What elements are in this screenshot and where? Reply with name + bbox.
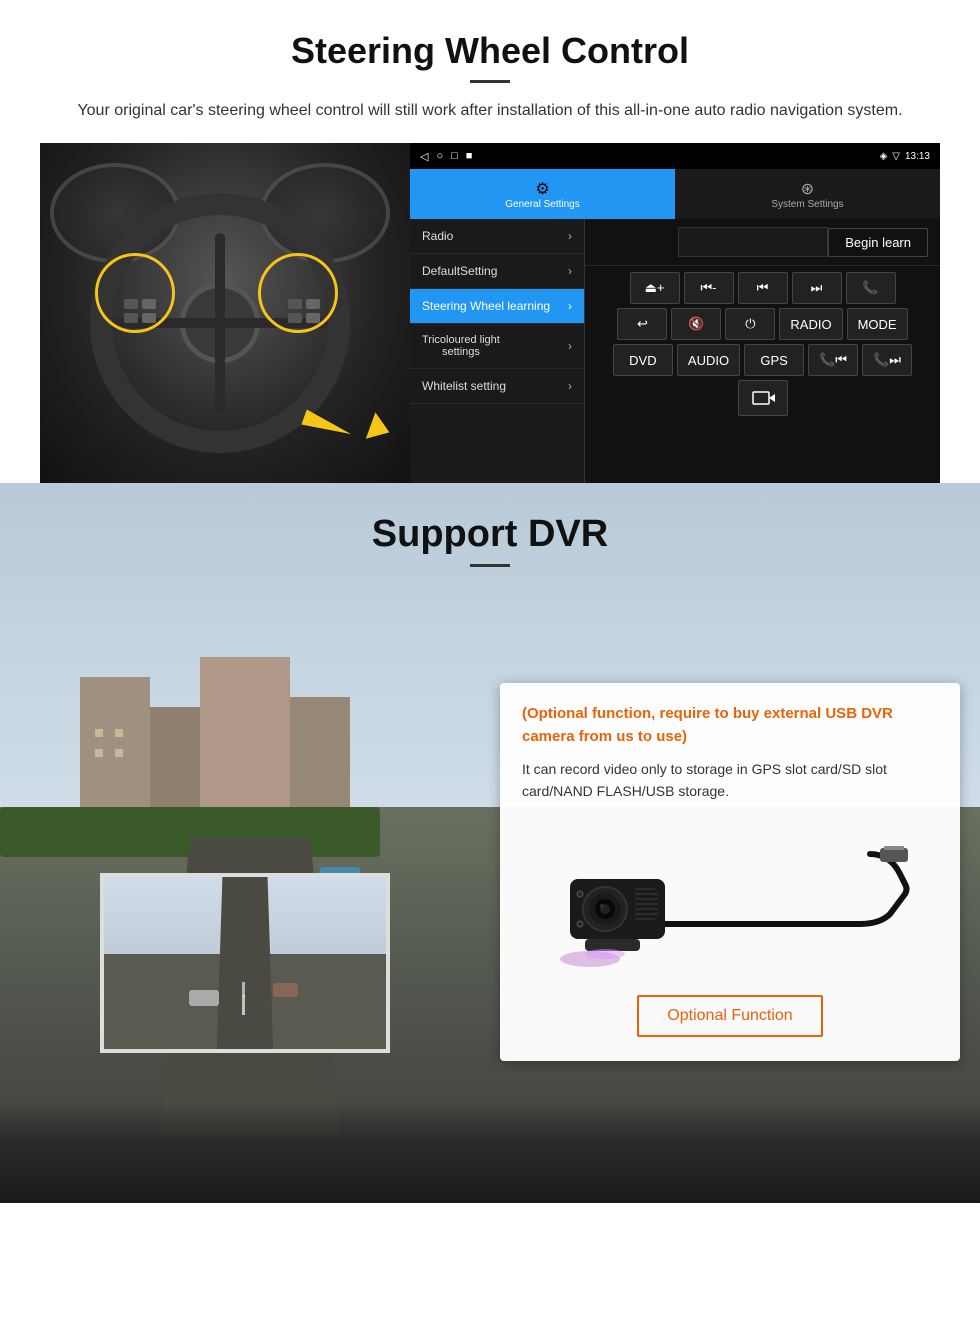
nav-home-icon: ○ — [436, 150, 443, 162]
phone-call-button[interactable]: 📞 — [846, 272, 896, 304]
dvr-icon — [751, 388, 775, 408]
dvr-title: Support DVR — [0, 513, 980, 556]
ctrl-row-3: DVD AUDIO GPS 📞⏮ 📞⏭ — [591, 344, 934, 376]
menu-tricoloured-label: Tricoloured lightsettings — [422, 334, 500, 358]
nav-square-icon: □ — [451, 150, 458, 162]
menu-radio[interactable]: Radio › — [410, 219, 584, 254]
hang-up-button[interactable]: ↩ — [617, 308, 667, 340]
menu-radio-chevron: › — [568, 229, 572, 243]
dvr-desc-text: It can record video only to storage in G… — [522, 758, 938, 803]
page-title: Steering Wheel Control — [40, 30, 940, 72]
vol-down-button[interactable]: ⏮- — [684, 272, 734, 304]
menu-steering-label: Steering Wheel learning — [422, 299, 550, 313]
ctrl-row-2: ↩ 🔇 ⏻ RADIO MODE — [591, 308, 934, 340]
ctrl-row-4 — [591, 380, 934, 416]
optional-function-button[interactable]: Optional Function — [637, 995, 822, 1037]
status-time: 13:13 — [905, 151, 930, 162]
menu-default-setting[interactable]: DefaultSetting › — [410, 254, 584, 289]
wheel-bg — [40, 143, 410, 483]
dvr-title-area: Support DVR — [0, 483, 980, 567]
radio-button[interactable]: RADIO — [779, 308, 842, 340]
menu-tricoloured-chevron: › — [568, 339, 572, 353]
controls-top-bar: Begin learn — [585, 219, 940, 266]
tab-system-settings[interactable]: ⊛ System Settings — [675, 169, 940, 219]
dvd-button[interactable]: DVD — [613, 344, 673, 376]
nav-back-icon: ◁ — [420, 150, 428, 163]
menu-whitelist-chevron: › — [568, 379, 572, 393]
wifi-icon: ▽ — [892, 151, 900, 162]
steering-controls-panel: Begin learn ⏏+ ⏮- ⏮ ⏭ 📞 — [585, 219, 940, 483]
settings-content: Radio › DefaultSetting › Steering Wheel … — [410, 219, 940, 483]
section-subtitle: Your original car's steering wheel contr… — [40, 99, 940, 123]
phone-prev-button[interactable]: 📞⏮ — [808, 344, 858, 376]
android-status-bar: ◁ ○ □ ■ ◈ ▽ 13:13 — [410, 143, 940, 169]
menu-steering-wheel[interactable]: Steering Wheel learning › — [410, 289, 584, 324]
menu-whitelist-label: Whitelist setting — [422, 379, 506, 393]
dvr-thumbnail — [100, 873, 390, 1053]
menu-whitelist[interactable]: Whitelist setting › — [410, 369, 584, 404]
location-icon: ◈ — [880, 151, 888, 162]
audio-button[interactable]: AUDIO — [677, 344, 740, 376]
dvr-section: Support DVR (Optional function, require … — [0, 483, 980, 1203]
vol-up-button[interactable]: ⏏+ — [630, 272, 680, 304]
thumb-road-scene — [104, 877, 386, 1049]
general-settings-icon: ⚙ — [535, 179, 549, 199]
tab-general-label: General Settings — [505, 199, 580, 210]
steering-demo: ◁ ○ □ ■ ◈ ▽ 13:13 ⚙ General Settings ⊛ — [40, 143, 940, 483]
mode-button[interactable]: MODE — [847, 308, 908, 340]
status-icons: ◈ ▽ 13:13 — [880, 151, 930, 162]
dvr-divider — [470, 564, 510, 567]
tab-general-settings[interactable]: ⚙ General Settings — [410, 169, 675, 219]
menu-default-label: DefaultSetting — [422, 264, 497, 278]
nav-dot-icon: ■ — [466, 150, 473, 162]
steering-wheel-image — [40, 143, 410, 483]
prev-track-button[interactable]: ⏮ — [738, 272, 788, 304]
control-buttons-grid: ⏏+ ⏮- ⏮ ⏭ 📞 ↩ 🔇 ⏻ RADIO MODE — [585, 266, 940, 422]
mute-button[interactable]: 🔇 — [671, 308, 721, 340]
tab-system-label: System Settings — [771, 199, 843, 210]
power-button[interactable]: ⏻ — [725, 308, 775, 340]
settings-menu: Radio › DefaultSetting › Steering Wheel … — [410, 219, 585, 483]
steering-section: Steering Wheel Control Your original car… — [0, 0, 980, 483]
title-divider — [470, 80, 510, 83]
ctrl-row-1: ⏏+ ⏮- ⏮ ⏭ 📞 — [591, 272, 934, 304]
menu-tricoloured[interactable]: Tricoloured lightsettings › — [410, 324, 584, 369]
dvr-camera-illustration — [522, 819, 938, 979]
dvr-button[interactable] — [738, 380, 788, 416]
dvr-info-box: (Optional function, require to buy exter… — [500, 683, 960, 1061]
phone-next-button[interactable]: 📞⏭ — [862, 344, 912, 376]
menu-default-chevron: › — [568, 264, 572, 278]
dashboard-strip — [0, 1103, 980, 1203]
gps-button[interactable]: GPS — [744, 344, 804, 376]
menu-steering-chevron: › — [568, 299, 572, 313]
dvr-camera-svg — [550, 824, 910, 974]
menu-radio-label: Radio — [422, 229, 453, 243]
settings-tabs: ⚙ General Settings ⊛ System Settings — [410, 169, 940, 219]
begin-learn-button[interactable]: Begin learn — [828, 228, 928, 257]
next-track-button[interactable]: ⏭ — [792, 272, 842, 304]
system-settings-icon: ⊛ — [801, 179, 814, 199]
dvr-optional-text: (Optional function, require to buy exter… — [522, 703, 938, 748]
android-ui-panel: ◁ ○ □ ■ ◈ ▽ 13:13 ⚙ General Settings ⊛ — [410, 143, 940, 483]
